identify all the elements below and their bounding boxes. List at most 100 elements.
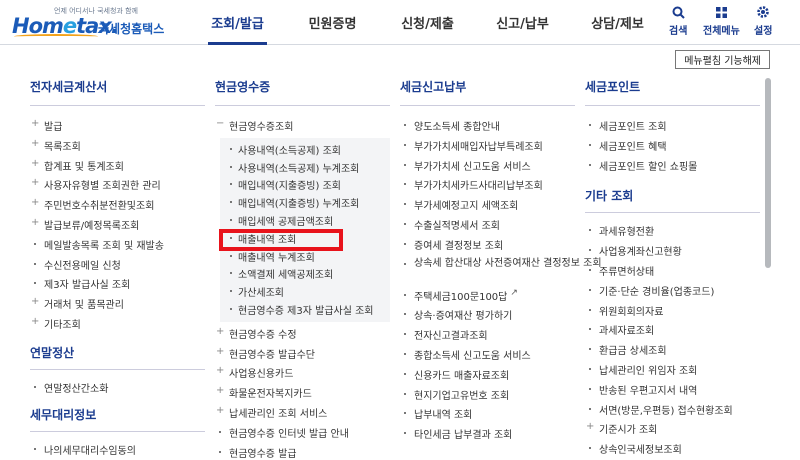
menu-item[interactable]: 세금포인트 조회 — [585, 118, 760, 138]
menu-item[interactable]: 수출실적명세서 조회 — [400, 217, 602, 237]
submenu-item[interactable]: 매출내역 누계조회 — [220, 249, 390, 267]
submenu-item[interactable]: 소액결제 세액공제조회 — [220, 266, 390, 284]
menu-item[interactable]: + 발급 — [30, 118, 205, 138]
menu-item[interactable]: 납부내역 조회 — [400, 406, 602, 426]
menu-item[interactable]: 기준·단순 경비율(업종코드) — [585, 283, 760, 303]
menu-item[interactable]: 사업용계좌신고현황 — [585, 243, 760, 263]
menu-item[interactable]: 나의세무대리수임동의 — [30, 442, 205, 460]
menu-item[interactable]: 반송된 우편고지서 내역 — [585, 382, 760, 402]
menu-item[interactable]: 세금포인트 혜택 — [585, 138, 760, 158]
menu-item[interactable]: 상속인국세정보조회 — [585, 441, 760, 460]
menu-item[interactable]: 부가가치세 신고도움 서비스 — [400, 158, 602, 178]
submenu-item[interactable]: 매입내역(지출증빙) 조회 — [220, 177, 390, 195]
all-menu-button[interactable]: 전체메뉴 — [703, 4, 740, 37]
bullet-icon — [400, 387, 414, 395]
menu-item[interactable]: 현금영수증 발급 — [215, 445, 390, 460]
section-title-tax-point[interactable]: 세금포인트 — [585, 78, 760, 106]
nav-apply-submit[interactable]: 신청/제출 — [380, 0, 475, 45]
scrollbar-thumb[interactable] — [765, 78, 771, 268]
bullet-dot — [230, 307, 232, 310]
menu-item-label: 현금영수증 발급수단 — [229, 349, 315, 361]
menu-item[interactable]: 납세관리인 위임자 조회 — [585, 362, 760, 382]
menu-item[interactable]: 메일발송목록 조회 및 재발송 — [30, 237, 205, 257]
menu-item-label: 주택세금100문100답 — [414, 291, 508, 303]
nav-inquiry-issue[interactable]: 조회/발급 — [190, 0, 285, 45]
menu-item[interactable]: 세금포인트 할인 쇼핑몰 — [585, 158, 760, 178]
menu-item-label: 기준·단순 경비율(업종코드) — [599, 286, 715, 298]
menu-item-label: 현금영수증 발급 — [229, 448, 297, 460]
menu-item[interactable]: 종합소득세 신고도움 서비스 — [400, 347, 602, 367]
bullet-icon — [226, 177, 238, 186]
menu-item[interactable]: 연말정산간소화 — [30, 380, 205, 400]
section-title-tax-report-pay[interactable]: 세금신고납부 — [400, 78, 575, 106]
submenu-item[interactable]: 매입내역(지출증빙) 누계조회 — [220, 195, 390, 213]
column-tax-point: 세금포인트 세금포인트 조회세금포인트 혜택세금포인트 할인 쇼핑몰 기타 조회… — [585, 78, 760, 460]
menu-item[interactable]: 부가가치세카드사대리납부조회 — [400, 177, 602, 197]
search-button[interactable]: 검색 — [669, 4, 687, 37]
menu-item[interactable]: + 목록조회 — [30, 138, 205, 158]
menu-item-label: 현지기업고유번호 조회 — [414, 390, 510, 402]
nav-consult-report[interactable]: 상담/제보 — [570, 0, 665, 45]
menu-item[interactable]: 주류면허상태 — [585, 263, 760, 283]
section-title-other-inquiry[interactable]: 기타 조회 — [585, 187, 760, 214]
menu-item[interactable]: + 현금영수증 수정 — [215, 326, 390, 346]
menu-item-label: 타인세금 납부결과 조회 — [414, 430, 513, 442]
menu-item[interactable]: 상속세 합산대상 사전증여재산 결정정보 조회 — [400, 257, 602, 288]
menu-item[interactable]: 환급금 상세조회 — [585, 342, 760, 362]
menu-item[interactable]: 상속·증여재산 평가하기 — [400, 307, 602, 327]
menu-item[interactable]: 전자신고결과조회 — [400, 327, 602, 347]
menu-scrollbar[interactable] — [764, 78, 772, 460]
menu-item[interactable]: 신용카드 매출자료조회 — [400, 367, 602, 387]
section-title-tax-agent[interactable]: 세무대리정보 — [30, 406, 205, 432]
menu-item[interactable]: 현금영수증 인터넷 발급 안내 — [215, 425, 390, 445]
menu-item[interactable]: + 화물운전자복지카드 — [215, 385, 390, 405]
menu-item[interactable]: + 사용자유형별 조회권한 관리 — [30, 177, 205, 197]
nav-report-pay[interactable]: 신고/납부 — [475, 0, 570, 45]
menu-item-label: 세금포인트 할인 쇼핑몰 — [599, 161, 698, 173]
menu-item[interactable]: + 발급보류/예정목록조회 — [30, 217, 205, 237]
settings-button[interactable]: 설정 — [754, 4, 772, 37]
expand-icon: + — [31, 118, 40, 129]
menu-item[interactable]: 부가가치세매입자납부특례조회 — [400, 138, 602, 158]
menu-item[interactable]: + 납세관리인 조회 서비스 — [215, 405, 390, 425]
menu-item[interactable]: + 거래처 및 품목관리 — [30, 296, 205, 316]
menu-item[interactable]: + 기준시가 조회 — [585, 421, 760, 441]
menu-item[interactable]: 수신전용메일 신청 — [30, 257, 205, 277]
bullet-icon — [30, 442, 44, 450]
section-title-e-tax-invoice[interactable]: 전자세금계산서 — [30, 78, 205, 106]
menu-item[interactable]: 타인세금 납부결과 조회 — [400, 426, 602, 446]
menu-item[interactable]: 부가세예정고지 세액조회 — [400, 197, 602, 217]
menu-expand-toggle-button[interactable]: 메뉴펼침 기능해제 — [675, 50, 770, 69]
menu-item[interactable]: 주택세금100문100답 ↗ — [400, 288, 602, 308]
menu-item-label: 현금영수증 수정 — [229, 329, 297, 341]
section-title-cash-receipt[interactable]: 현금영수증 — [215, 78, 390, 106]
menu-item[interactable]: 양도소득세 종합안내 — [400, 118, 602, 138]
bullet-dot — [404, 313, 406, 316]
menu-item[interactable]: 증여세 결정정보 조회 — [400, 237, 602, 257]
menu-item[interactable]: 과세유형전환 — [585, 223, 760, 243]
menu-item[interactable]: + 합계표 및 통계조회 — [30, 158, 205, 178]
nav-civil-certificate[interactable]: 민원증명 — [285, 0, 380, 45]
menu-item[interactable]: 현지기업고유번호 조회 — [400, 387, 602, 407]
bullet-icon — [226, 284, 238, 293]
menu-item[interactable]: + 사업용신용카드 — [215, 365, 390, 385]
bullet-dot — [230, 254, 232, 257]
bullet-dot — [230, 218, 232, 221]
menu-item[interactable]: + 주민번호수취분전환및조회 — [30, 197, 205, 217]
menu-item-cash-receipt-inquiry[interactable]: − 현금영수증조회 — [215, 118, 390, 138]
menu-item[interactable]: 위원회회의자료 — [585, 303, 760, 323]
menu-item-label: 위원회회의자료 — [599, 306, 664, 318]
menu-item[interactable]: + 기타조회 — [30, 316, 205, 336]
menu-item[interactable]: 제3자 발급사실 조회 — [30, 276, 205, 296]
menu-item[interactable]: 과세자료조회 — [585, 322, 760, 342]
submenu-item[interactable]: 사용내역(소득공제) 조회 — [220, 142, 390, 160]
menu-item-label: 사용내역(소득공제) 누계조회 — [238, 163, 360, 175]
menu-item[interactable]: 서면(방문,우편등) 접수현황조회 — [585, 402, 760, 422]
menu-item[interactable]: + 현금영수증 발급수단 — [215, 346, 390, 366]
menu-item-label: 세금포인트 혜택 — [599, 141, 667, 153]
submenu-item[interactable]: 현금영수증 제3자 발급사실 조회 — [220, 302, 390, 320]
bullet-icon — [226, 266, 238, 275]
section-title-year-end[interactable]: 연말정산 — [30, 344, 205, 370]
submenu-item[interactable]: 사용내역(소득공제) 누계조회 — [220, 160, 390, 178]
submenu-item[interactable]: 가산세조회 — [220, 284, 390, 302]
